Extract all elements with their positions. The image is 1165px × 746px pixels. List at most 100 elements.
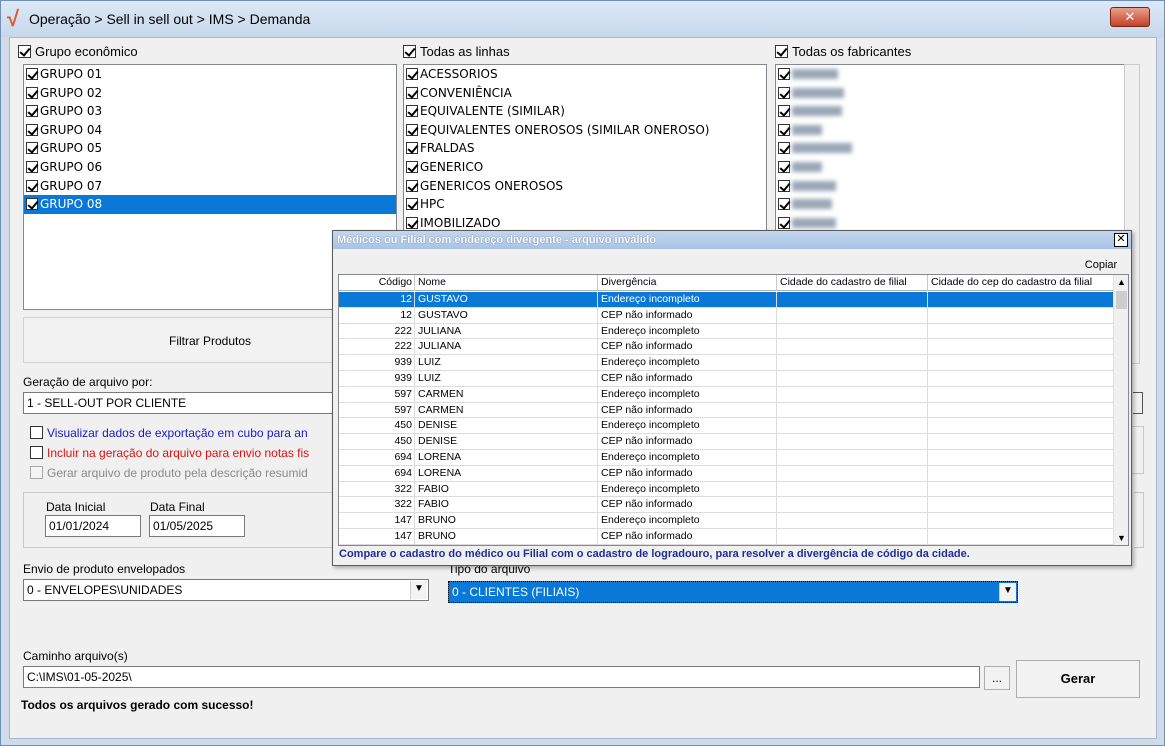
item-checkbox[interactable]	[778, 68, 790, 80]
linha-list-item[interactable]: FRALDAS	[404, 139, 766, 158]
column-header[interactable]: Cidade do cep do cadastro da filial	[928, 275, 1115, 291]
table-row[interactable]: 322 FABIO Endereço incompleto	[339, 481, 1115, 498]
linha-list-item[interactable]: CONVENIÊNCIA	[404, 84, 766, 103]
item-checkbox[interactable]	[26, 86, 38, 99]
item-checkbox[interactable]	[26, 123, 38, 136]
table-row[interactable]: 597 CARMEN CEP não informado	[339, 402, 1115, 419]
todos-fabricantes-checkbox[interactable]	[775, 45, 788, 58]
item-checkbox[interactable]	[778, 105, 790, 118]
grid-scrollbar[interactable]: ▲ ▼	[1113, 275, 1128, 545]
linhas-list[interactable]: ACESSORIOS CONVENIÊNCIA EQUIVALENTE (SIMIL…	[403, 64, 767, 234]
table-row[interactable]: 450 DENISE CEP não informado	[339, 434, 1115, 450]
item-checkbox[interactable]	[406, 68, 418, 80]
table-row[interactable]: 322 FABIO CEP não informado	[339, 497, 1115, 514]
item-checkbox[interactable]	[406, 179, 418, 192]
data-inicial-input[interactable]: 01/01/2024	[45, 515, 141, 537]
fabricante-list-item[interactable]	[776, 84, 1124, 103]
scroll-up-icon[interactable]: ▲	[1114, 275, 1128, 289]
grupo-list-item[interactable]: GRUPO 08	[24, 195, 396, 214]
grupo-list-item[interactable]: GRUPO 06	[24, 158, 396, 177]
chevron-down-icon[interactable]: ▼	[410, 581, 427, 599]
copiar-button[interactable]: Copiar	[1081, 257, 1121, 273]
linha-list-item[interactable]: EQUIVALENTES ONEROSOS (SIMILAR ONEROSO)	[404, 121, 766, 140]
grupo-list-item[interactable]: GRUPO 07	[24, 177, 396, 196]
grupo-list-item[interactable]: GRUPO 01	[24, 65, 396, 84]
item-checkbox[interactable]	[778, 160, 790, 173]
item-checkbox[interactable]	[406, 216, 418, 229]
grupo-list-item[interactable]: GRUPO 02	[24, 84, 396, 103]
table-row[interactable]: 597 CARMEN Endereço incompleto	[339, 386, 1115, 403]
geracao-dropdown-edge[interactable]	[1133, 392, 1143, 414]
table-row[interactable]: 939 LUIZ Endereço incompleto	[339, 355, 1115, 371]
item-checkbox[interactable]	[26, 105, 38, 118]
grupo-list-item[interactable]: GRUPO 05	[24, 139, 396, 158]
option-cubo[interactable]: Visualizar dados de exportação em cubo p…	[30, 426, 308, 440]
item-checkbox[interactable]	[778, 142, 790, 155]
item-checkbox[interactable]	[778, 86, 790, 99]
column-header[interactable]: Nome	[415, 275, 598, 291]
fabricante-list-item[interactable]	[776, 139, 1124, 158]
grupo-list-item[interactable]: GRUPO 03	[24, 102, 396, 121]
todas-linhas-header[interactable]: Todas as linhas	[403, 44, 510, 59]
item-checkbox[interactable]	[778, 198, 790, 211]
item-checkbox[interactable]	[26, 68, 38, 80]
table-row[interactable]: 222 JULIANA Endereço incompleto	[339, 323, 1115, 340]
grupo-economico-checkbox[interactable]	[18, 45, 31, 58]
fabricante-list-item[interactable]	[776, 195, 1124, 214]
option-descricao[interactable]: Gerar arquivo de produto pela descrição …	[30, 466, 308, 480]
table-row[interactable]: 694 LORENA Endereço incompleto	[339, 449, 1115, 466]
divergence-grid[interactable]: Código Nome Divergência Cidade do cadastro …	[338, 274, 1129, 546]
fabricante-list-item[interactable]	[776, 121, 1124, 140]
column-header[interactable]: Cidade do cadastro de filial	[777, 275, 928, 291]
descricao-checkbox[interactable]	[30, 466, 43, 479]
cubo-checkbox[interactable]	[30, 426, 43, 439]
chevron-down-icon[interactable]: ▼	[999, 583, 1016, 601]
grupo-list-item[interactable]: GRUPO 04	[24, 121, 396, 140]
scroll-thumb[interactable]	[1116, 291, 1127, 309]
caminho-input[interactable]: C:\IMS\01-05-2025\	[23, 666, 980, 688]
linha-list-item[interactable]: ACESSORIOS	[404, 65, 766, 84]
linha-list-item[interactable]: GENERICOS ONEROSOS	[404, 177, 766, 196]
table-row[interactable]: 694 LORENA CEP não informado	[339, 465, 1115, 482]
item-checkbox[interactable]	[406, 142, 418, 155]
table-row[interactable]: 147 BRUNO Endereço incompleto	[339, 513, 1115, 529]
envio-select[interactable]: 0 - ENVELOPES\UNIDADES ▼	[23, 579, 429, 601]
table-row[interactable]: 222 JULIANA CEP não informado	[339, 339, 1115, 356]
linha-list-item[interactable]: EQUIVALENTE (SIMILAR)	[404, 102, 766, 121]
close-window-button[interactable]: ✕	[1110, 7, 1150, 27]
grupo-economico-header[interactable]: Grupo econômico	[18, 44, 138, 59]
item-checkbox[interactable]	[406, 86, 418, 99]
gerar-button[interactable]: Gerar	[1016, 660, 1140, 698]
linha-list-item[interactable]: HPC	[404, 195, 766, 214]
option-notas[interactable]: Incluir na geração do arquivo para envio…	[30, 446, 309, 460]
item-checkbox[interactable]	[26, 198, 38, 211]
scroll-down-icon[interactable]: ▼	[1114, 531, 1128, 545]
table-row[interactable]: 450 DENISE Endereço incompleto	[339, 418, 1115, 435]
fabricante-list-item[interactable]	[776, 158, 1124, 177]
item-checkbox[interactable]	[26, 160, 38, 173]
column-header[interactable]: Código	[339, 275, 415, 291]
item-checkbox[interactable]	[778, 179, 790, 192]
linha-list-item[interactable]: GENERICO	[404, 158, 766, 177]
fabricante-list-item[interactable]	[776, 65, 1124, 84]
table-row[interactable]: 12 GUSTAVO CEP não informado	[339, 307, 1115, 324]
fabricante-list-item[interactable]	[776, 102, 1124, 121]
item-checkbox[interactable]	[406, 160, 418, 173]
table-row[interactable]: 147 BRUNO CEP não informado	[339, 528, 1115, 545]
geracao-select[interactable]: 1 - SELL-OUT POR CLIENTE	[23, 392, 353, 414]
column-header[interactable]: Divergência	[598, 275, 777, 291]
tipo-select[interactable]: 0 - CLIENTES (FILIAIS) ▼	[448, 581, 1018, 603]
item-checkbox[interactable]	[26, 142, 38, 155]
item-checkbox[interactable]	[26, 179, 38, 192]
item-checkbox[interactable]	[778, 123, 790, 136]
item-checkbox[interactable]	[406, 198, 418, 211]
todos-fabricantes-header[interactable]: Todas os fabricantes	[775, 44, 911, 59]
table-row[interactable]: 12 GUSTAVO Endereço incompleto	[339, 292, 1115, 308]
browse-button[interactable]: ...	[984, 666, 1010, 690]
todas-linhas-checkbox[interactable]	[403, 45, 416, 58]
item-checkbox[interactable]	[406, 123, 418, 136]
table-row[interactable]: 939 LUIZ CEP não informado	[339, 370, 1115, 387]
dialog-close-icon[interactable]: ✕	[1114, 233, 1128, 247]
fabricante-list-item[interactable]	[776, 177, 1124, 196]
item-checkbox[interactable]	[406, 105, 418, 118]
